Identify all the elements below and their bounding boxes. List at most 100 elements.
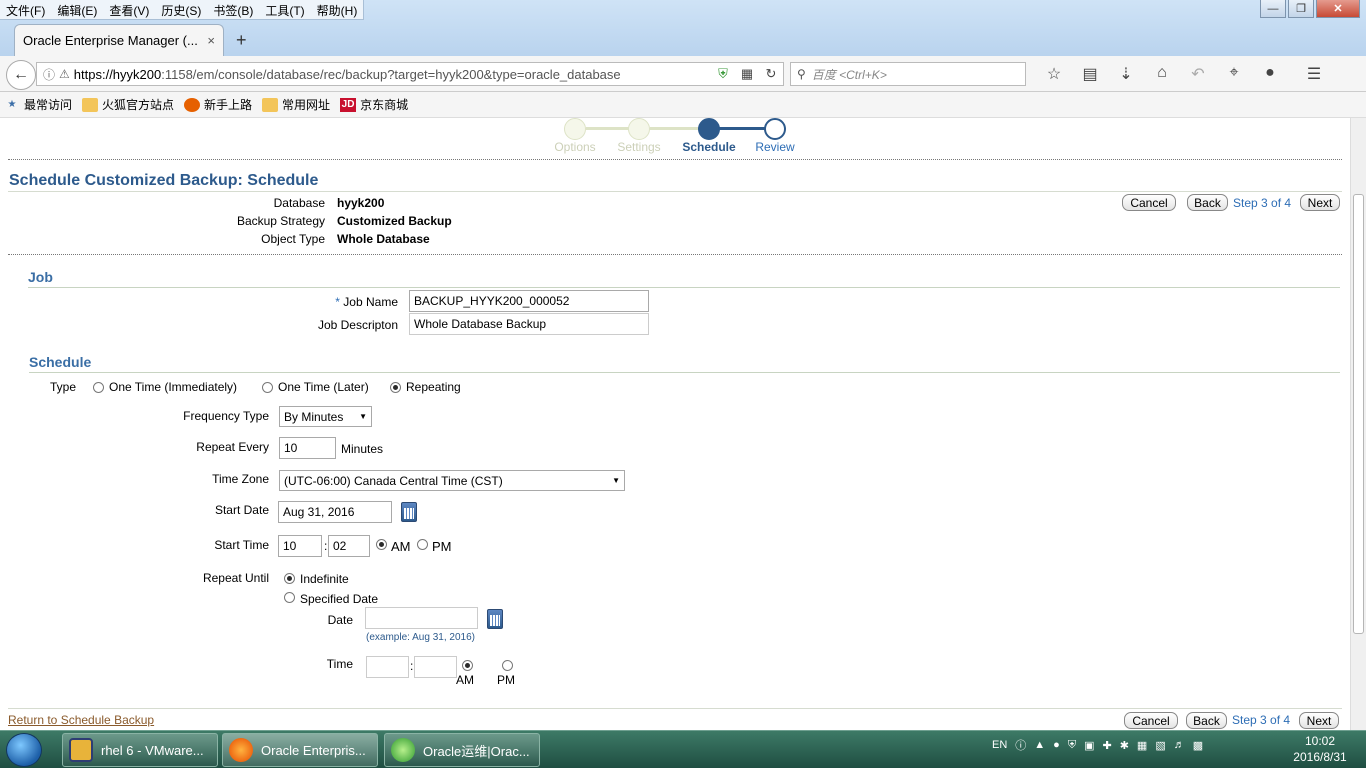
qr-code-icon[interactable]: ▦	[735, 66, 759, 82]
menu-tools[interactable]: 工具(T)	[259, 0, 310, 19]
page-scrollbar[interactable]	[1350, 118, 1366, 730]
cancel-button[interactable]: Cancel	[1122, 194, 1176, 211]
usb-icon[interactable]: ▣	[1084, 739, 1094, 752]
back-arrow-icon[interactable]: ←	[6, 60, 36, 90]
reading-list-icon[interactable]: ▤	[1072, 64, 1108, 84]
type-option-repeating[interactable]: Repeating	[406, 380, 461, 394]
url-bar[interactable]: ⓘ ⚠ https://hyyk200:1158/em/console/data…	[36, 62, 784, 86]
bookmark-most-visited[interactable]: ★ 最常访问	[4, 96, 73, 113]
type-radio-immediately[interactable]	[93, 382, 104, 393]
tray-arrow-icon[interactable]: ▲	[1034, 739, 1045, 751]
close-window-icon[interactable]: ✕	[1316, 0, 1360, 18]
type-option-immediately[interactable]: One Time (Immediately)	[109, 380, 237, 394]
train-label-settings[interactable]: Settings	[604, 140, 674, 154]
menu-file[interactable]: 文件(F)	[0, 0, 51, 19]
taskbar-firefox[interactable]: Oracle Enterpris...	[222, 733, 378, 767]
tab-close-icon[interactable]: ×	[207, 33, 215, 48]
job-description-input[interactable]: Whole Database Backup	[409, 313, 649, 335]
until-specified-label[interactable]: Specified Date	[300, 592, 378, 606]
menu-history[interactable]: 历史(S)	[155, 0, 207, 19]
language-indicator[interactable]: EN	[992, 739, 1007, 751]
type-radio-repeating[interactable]	[390, 382, 401, 393]
train-node-settings[interactable]	[628, 118, 650, 140]
folder-icon	[262, 97, 279, 112]
minimize-icon[interactable]: —	[1260, 0, 1286, 18]
lock-warning-icon[interactable]: ⚠	[59, 67, 70, 81]
start-hour-input[interactable]: 10	[278, 535, 322, 557]
return-to-schedule-backup-link[interactable]: Return to Schedule Backup	[8, 713, 154, 727]
taskbar-browser[interactable]: Oracle运维|Orac...	[384, 733, 540, 767]
repeat-every-input[interactable]: 10	[279, 437, 336, 459]
until-hour-input[interactable]	[366, 656, 409, 678]
next-button-bottom[interactable]: Next	[1299, 712, 1339, 729]
train-label-review[interactable]: Review	[740, 140, 810, 154]
until-indefinite-label[interactable]: Indefinite	[300, 572, 349, 586]
until-indefinite-radio[interactable]	[284, 573, 295, 584]
bluetooth-icon[interactable]: ✱	[1120, 739, 1129, 752]
menu-help[interactable]: 帮助(H)	[311, 0, 364, 19]
windows-start-icon[interactable]	[6, 733, 42, 767]
menu-bookmarks[interactable]: 书签(B)	[207, 0, 259, 19]
until-am-radio[interactable]	[462, 660, 473, 671]
bookmark-star-icon[interactable]: ☆	[1036, 64, 1072, 84]
calendar-icon[interactable]	[487, 609, 503, 629]
until-pm-radio[interactable]	[502, 660, 513, 671]
crop-icon[interactable]: ⌖	[1216, 64, 1252, 84]
time-zone-select[interactable]: (UTC-06:00) Canada Central Time (CST) ▼	[279, 470, 625, 491]
app-icon[interactable]: ▦	[1137, 739, 1147, 752]
help-icon[interactable]: ⓘ	[1015, 737, 1026, 753]
until-minute-input[interactable]	[414, 656, 457, 678]
start-pm-label[interactable]: PM	[432, 539, 452, 554]
train-node-options[interactable]	[564, 118, 586, 140]
start-am-label[interactable]: AM	[391, 539, 411, 554]
until-pm-label[interactable]: PM	[497, 673, 515, 687]
display-icon[interactable]: ▧	[1155, 739, 1165, 752]
frequency-type-select[interactable]: By Minutes ▼	[279, 406, 372, 427]
shield-icon[interactable]: ⛨	[1068, 739, 1076, 752]
system-clock[interactable]: 10:02 2016/8/31	[1290, 733, 1350, 765]
calendar-icon[interactable]	[401, 502, 417, 522]
type-radio-later[interactable]	[262, 382, 273, 393]
maximize-icon[interactable]: ❐	[1288, 0, 1314, 18]
back-button[interactable]: Back	[1187, 194, 1228, 211]
url-text[interactable]: https://hyyk200:1158/em/console/database…	[74, 67, 711, 82]
new-tab-button[interactable]: +	[236, 30, 247, 51]
menu-view[interactable]: 查看(V)	[103, 0, 155, 19]
start-pm-radio[interactable]	[417, 539, 428, 550]
bookmark-common-urls[interactable]: 常用网址	[262, 96, 330, 113]
menu-edit[interactable]: 编辑(E)	[51, 0, 103, 19]
taskbar-vmware[interactable]: rhel 6 - VMware...	[62, 733, 218, 767]
browser-tab[interactable]: Oracle Enterprise Manager (... ×	[14, 24, 224, 56]
network-icon[interactable]: ●	[1053, 739, 1060, 751]
until-specified-radio[interactable]	[284, 592, 295, 603]
cancel-button-bottom[interactable]: Cancel	[1124, 712, 1178, 729]
until-am-label[interactable]: AM	[456, 673, 474, 687]
reload-icon[interactable]: ↻	[759, 66, 783, 82]
signal-icon[interactable]: ▩	[1193, 739, 1203, 752]
home-icon[interactable]: ⌂	[1144, 64, 1180, 84]
download-icon[interactable]: ⇣	[1108, 64, 1144, 84]
job-name-input[interactable]: BACKUP_HYYK200_000052	[409, 290, 649, 312]
start-date-input[interactable]: Aug 31, 2016	[278, 501, 392, 523]
bookmark-getting-started[interactable]: 新手上路	[184, 96, 252, 113]
train-node-review[interactable]	[764, 118, 786, 140]
until-date-input[interactable]	[365, 607, 478, 629]
bookmark-firefox-site[interactable]: 火狐官方站点	[82, 96, 174, 113]
menu-hamburger-icon[interactable]: ☰	[1296, 64, 1332, 84]
navigation-bar: ← ⓘ ⚠ https://hyyk200:1158/em/console/da…	[0, 56, 1366, 92]
bookmark-jd[interactable]: JD 京东商城	[340, 96, 408, 113]
train-label-options[interactable]: Options	[540, 140, 610, 154]
next-button[interactable]: Next	[1300, 194, 1340, 211]
back-button-bottom[interactable]: Back	[1186, 712, 1227, 729]
chat-icon[interactable]: ●	[1252, 64, 1288, 84]
start-minute-input[interactable]: 02	[328, 535, 370, 557]
plus-icon[interactable]: ✚	[1102, 739, 1111, 752]
search-input[interactable]: ⚲ 百度 <Ctrl+K>	[790, 62, 1026, 86]
shield-icon[interactable]: ⛨	[711, 66, 735, 82]
scrollbar-thumb[interactable]	[1353, 194, 1364, 634]
info-icon[interactable]: ⓘ	[43, 66, 55, 83]
volume-icon[interactable]: ♬	[1174, 739, 1185, 751]
type-option-later[interactable]: One Time (Later)	[278, 380, 369, 394]
undo-icon[interactable]: ↶	[1180, 64, 1216, 84]
start-am-radio[interactable]	[376, 539, 387, 550]
